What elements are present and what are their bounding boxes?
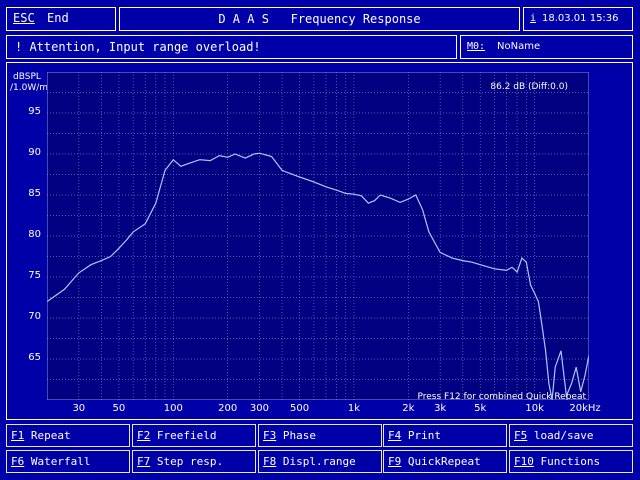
fkey-f9-button[interactable]: F9 QuickRepeat (383, 450, 507, 473)
fkey-key: F8 (263, 455, 277, 468)
y-tick-label: 80 (28, 229, 41, 240)
fkey-f4-button[interactable]: F4 Print (383, 424, 507, 447)
y-tick-label: 70 (28, 311, 41, 322)
x-tick-label: 30 (72, 403, 86, 414)
y-axis-label-reference: /1.0W/m (10, 83, 49, 93)
fkey-key: F5 (514, 429, 528, 442)
memory-value: NoName (497, 41, 541, 52)
y-tick-label: 85 (28, 188, 41, 199)
fkey-key: F10 (514, 455, 534, 468)
overload-warning: ! Attention, Input range overload! (15, 40, 261, 54)
x-tick-label: 5k (474, 403, 487, 414)
status-bar: ! Attention, Input range overload! (6, 35, 457, 59)
fkey-f2-button[interactable]: F2 Freefield (132, 424, 256, 447)
frequency-response-chart: 86.2 dB (Diff:0.0) Press F12 for combine… (47, 72, 589, 400)
x-tick-label: 500 (290, 403, 310, 414)
fkey-key: F1 (11, 429, 25, 442)
memory-box[interactable]: M0: NoName (460, 35, 633, 59)
fkey-key: F6 (11, 455, 25, 468)
fkey-label: Print (401, 429, 441, 442)
y-tick-label: 75 (28, 270, 41, 281)
fkey-label: Functions (533, 455, 601, 468)
x-tick-label: 20kHz (569, 403, 601, 414)
fkey-f1-button[interactable]: F1 Repeat (6, 424, 130, 447)
fkey-key: F4 (388, 429, 402, 442)
y-axis-label-unit: dBSPL (13, 72, 41, 82)
fkey-label: Freefield (150, 429, 217, 442)
info-datetime-box[interactable]: i 18.03.01 15:36 (523, 7, 633, 31)
fkey-key: F7 (137, 455, 151, 468)
datetime: 18.03.01 15:36 (542, 13, 619, 24)
fkey-label: Repeat (24, 429, 71, 442)
x-tick-label: 100 (163, 403, 183, 414)
app-title: D A A S Frequency Response (218, 12, 421, 26)
x-tick-label: 10k (525, 403, 544, 414)
x-tick-label: 1k (347, 403, 361, 414)
esc-key-label: ESC (13, 11, 35, 25)
fkey-label: Waterfall (24, 455, 91, 468)
x-tick-label: 50 (112, 403, 126, 414)
fkey-key: F9 (388, 455, 402, 468)
y-tick-label: 95 (28, 106, 41, 117)
fkey-key: F3 (263, 429, 277, 442)
fkey-label: QuickRepeat (401, 455, 481, 468)
memory-label: M0: (467, 41, 486, 52)
fkey-f7-button[interactable]: F7 Step resp. (132, 450, 256, 473)
fkey-label: load/save (527, 429, 594, 442)
fkey-label: Displ.range (276, 455, 356, 468)
quick-repeat-hint: Press F12 for combined Quick Repeat (417, 392, 586, 400)
x-tick-label: 3k (434, 403, 447, 414)
fkey-f5-button[interactable]: F5 load/save (509, 424, 633, 447)
y-tick-label: 65 (28, 352, 41, 363)
fkey-key: F2 (137, 429, 151, 442)
title-bar: D A A S Frequency Response (119, 7, 520, 31)
fkey-f3-button[interactable]: F3 Phase (258, 424, 382, 447)
fkey-f6-button[interactable]: F6 Waterfall (6, 450, 130, 473)
end-button[interactable]: ESC End (6, 7, 116, 31)
fkey-f8-button[interactable]: F8 Displ.range (258, 450, 382, 473)
fkey-label: Step resp. (150, 455, 224, 468)
info-key-label: i (530, 13, 537, 24)
fkey-label: Phase (276, 429, 316, 442)
y-tick-label: 90 (28, 147, 41, 158)
level-readout: 86.2 dB (Diff:0.0) (490, 82, 568, 92)
fkey-f10-button[interactable]: F10 Functions (509, 450, 633, 473)
end-label: End (47, 11, 69, 25)
x-tick-label: 300 (249, 403, 270, 414)
